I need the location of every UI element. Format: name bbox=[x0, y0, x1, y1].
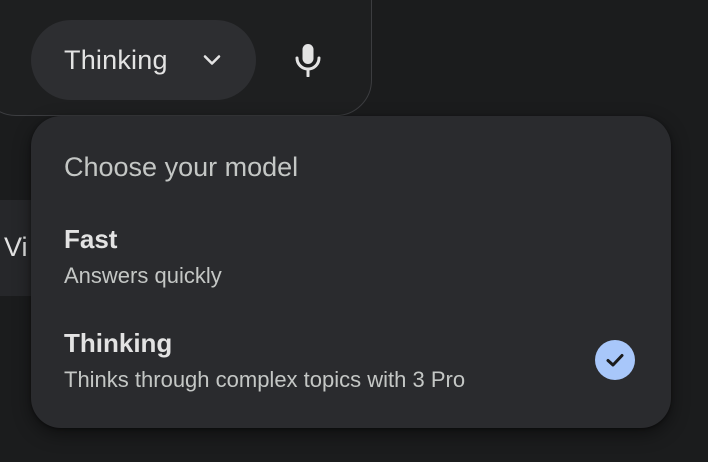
check-circle-icon bbox=[595, 340, 635, 380]
menu-option-fast[interactable]: Fast Answers quickly bbox=[31, 212, 671, 308]
chevron-down-icon bbox=[203, 55, 221, 65]
menu-option-thinking[interactable]: Thinking Thinks through complex topics w… bbox=[31, 316, 671, 412]
option-label: Fast bbox=[64, 224, 118, 254]
option-description: Answers quickly bbox=[64, 263, 222, 288]
suggestion-chip-label: Vi bbox=[4, 232, 28, 262]
model-selector-label: Thinking bbox=[64, 44, 168, 75]
option-label: Thinking bbox=[64, 328, 173, 358]
microphone-button[interactable] bbox=[278, 30, 338, 90]
menu-title: Choose your model bbox=[64, 152, 299, 182]
model-selector-button[interactable]: Thinking bbox=[31, 20, 256, 100]
model-menu: Choose your model Fast Answers quickly T… bbox=[31, 116, 671, 428]
microphone-icon bbox=[295, 44, 321, 77]
option-description: Thinks through complex topics with 3 Pro bbox=[64, 367, 466, 392]
